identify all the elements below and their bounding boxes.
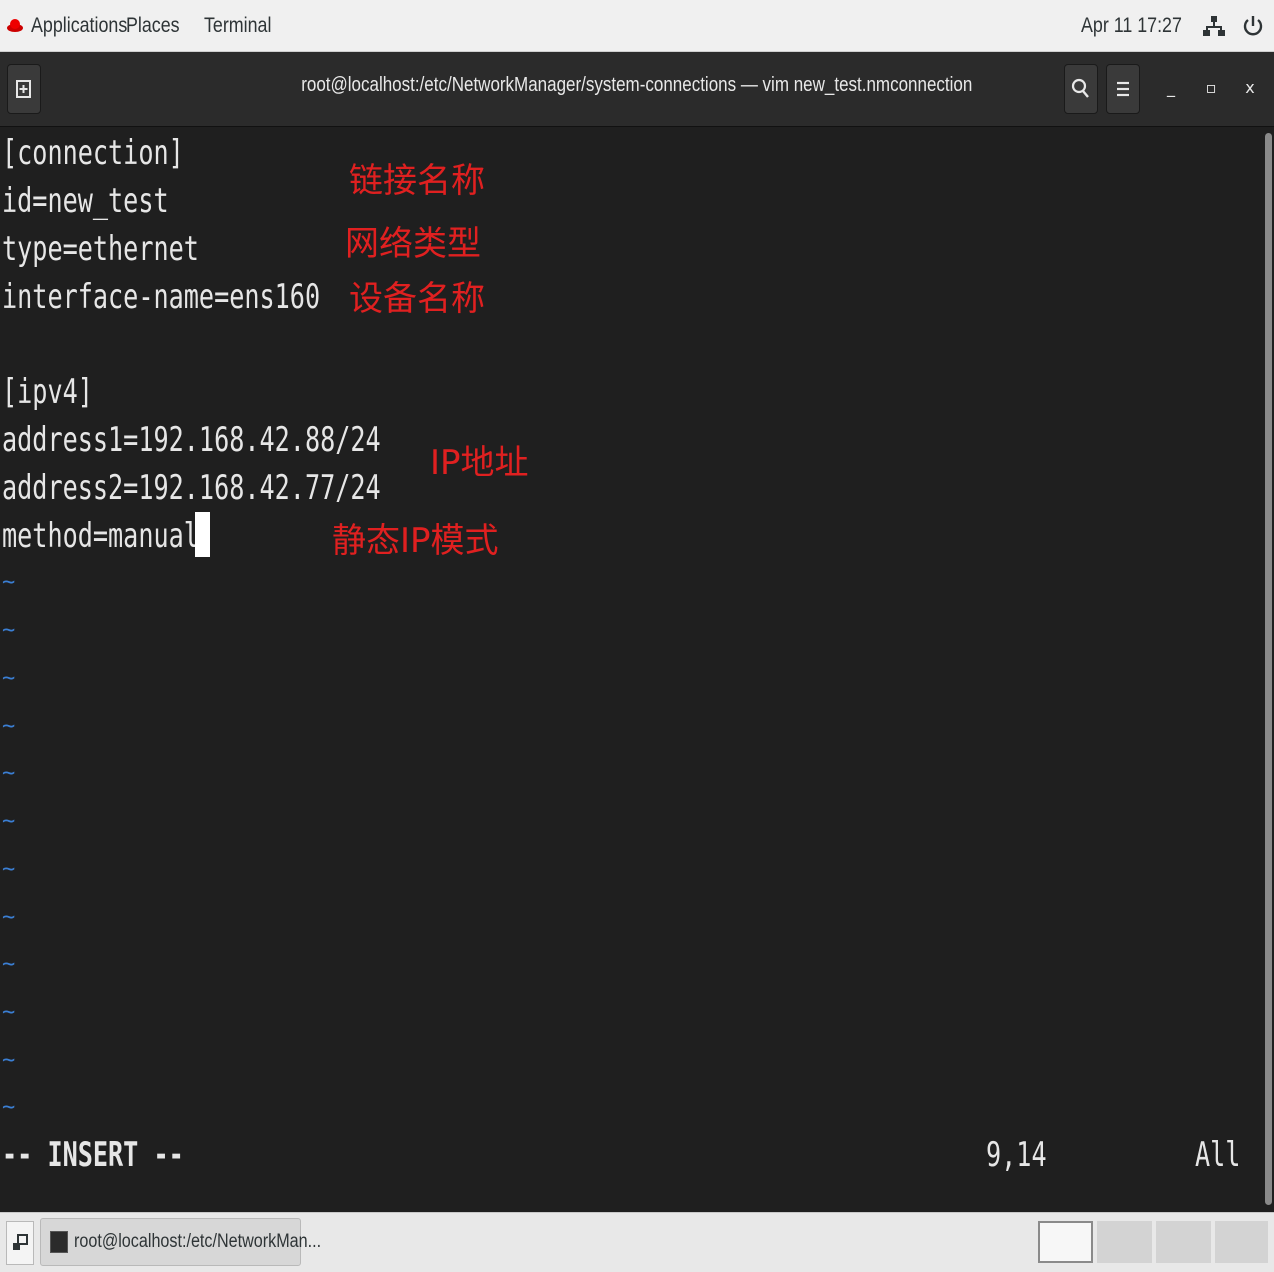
empty-line-marker: ~: [2, 905, 16, 930]
annotation-connection-name: 链接名称: [349, 161, 485, 201]
workspace-3[interactable]: [1156, 1221, 1211, 1263]
workspace-1[interactable]: [1038, 1221, 1093, 1263]
editor-line: method=manual: [2, 516, 199, 556]
editor-line: [connection]: [2, 133, 184, 173]
empty-line-marker: ~: [2, 809, 16, 834]
workspace-2[interactable]: [1097, 1221, 1152, 1263]
applications-menu[interactable]: Applications: [31, 12, 127, 40]
menu-icon: [1117, 81, 1129, 97]
search-icon: [1071, 78, 1089, 98]
empty-line-marker: ~: [2, 857, 16, 882]
redhat-logo-icon: [7, 19, 23, 32]
empty-line-marker: ~: [2, 1000, 16, 1025]
empty-line-marker: ~: [2, 952, 16, 977]
taskbar-terminal-window[interactable]: root@localhost:/etc/NetworkMan...: [40, 1218, 321, 1266]
annotation-static-ip-mode: 静态IP模式: [332, 521, 499, 561]
editor-line: address1=192.168.42.88/24: [2, 420, 381, 460]
search-button[interactable]: [1064, 64, 1098, 114]
minimize-button[interactable]: _: [1159, 76, 1183, 100]
empty-line-marker: ~: [2, 570, 16, 595]
places-menu[interactable]: Places: [126, 12, 180, 40]
menu-button[interactable]: [1106, 64, 1140, 114]
empty-line-marker: ~: [2, 761, 16, 786]
editor-line: [ipv4]: [2, 372, 93, 412]
empty-line-marker: ~: [2, 1048, 16, 1073]
maximize-button[interactable]: ▫: [1199, 76, 1223, 100]
empty-line-marker: ~: [2, 618, 16, 643]
terminal-view[interactable]: [connection] id=new_test type=ethernet i…: [0, 127, 1262, 1211]
empty-line-marker: ~: [2, 714, 16, 739]
empty-line-marker: ~: [2, 666, 16, 691]
network-icon[interactable]: [1203, 14, 1225, 38]
terminal-app-menu[interactable]: Terminal: [204, 12, 271, 40]
maximize-icon: ▫: [1205, 78, 1217, 97]
scrollbar-thumb[interactable]: [1265, 133, 1272, 1205]
annotation-network-type: 网络类型: [345, 224, 481, 264]
window-title-text: root@localhost:/etc/NetworkManager/syste…: [301, 74, 973, 96]
annotation-device-name: 设备名称: [349, 279, 485, 319]
annotation-ip-address: IP地址: [430, 443, 529, 483]
show-desktop-icon: [13, 1234, 28, 1250]
editor-line: id=new_test: [2, 181, 169, 221]
taskbar-window-label: root@localhost:/etc/NetworkMan...: [74, 1231, 322, 1252]
vim-mode-indicator: -- INSERT --: [2, 1135, 184, 1175]
close-icon: x: [1245, 78, 1255, 97]
empty-line-marker: ~: [2, 1095, 16, 1120]
close-button[interactable]: x: [1238, 76, 1262, 100]
cursor-position: 9,14: [986, 1135, 1047, 1175]
terminal-scrollbar[interactable]: [1262, 127, 1274, 1211]
show-desktop-button[interactable]: [6, 1221, 34, 1265]
terminal-headerbar: root@localhost:/etc/NetworkManager/syste…: [0, 52, 1274, 127]
terminal-icon: [50, 1231, 68, 1253]
scroll-indicator: All: [1195, 1135, 1241, 1175]
editor-line: interface-name=ens160: [2, 277, 321, 317]
minimize-icon: _: [1167, 78, 1175, 97]
workspace-4[interactable]: [1215, 1221, 1268, 1263]
editor-line: type=ethernet: [2, 229, 199, 269]
editor-line: address2=192.168.42.77/24: [2, 468, 381, 508]
bottom-taskbar: root@localhost:/etc/NetworkMan...: [0, 1212, 1274, 1272]
top-bar: Applications Places Terminal Apr 11 17:2…: [0, 0, 1274, 52]
text-cursor: [195, 512, 210, 557]
clock[interactable]: Apr 11 17:27: [1081, 12, 1182, 40]
power-icon[interactable]: [1242, 14, 1264, 38]
